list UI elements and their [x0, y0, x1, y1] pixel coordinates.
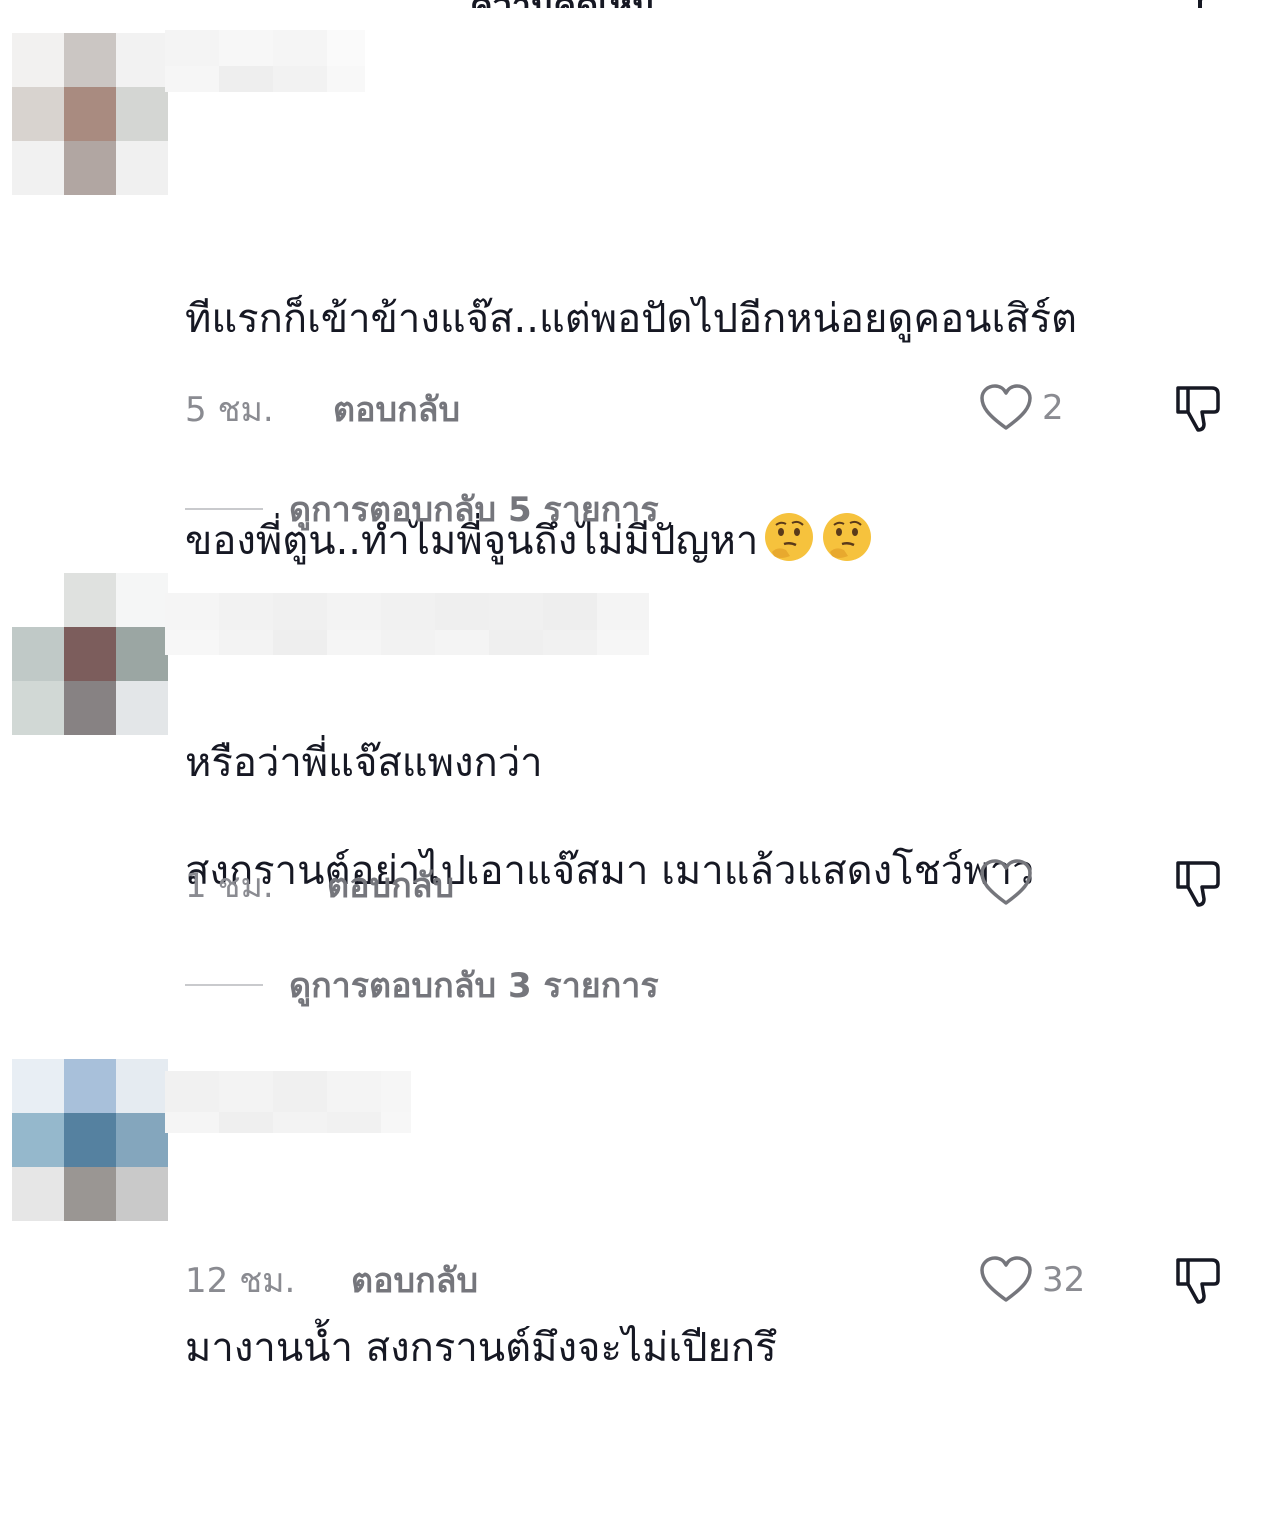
username-blurred[interactable]	[165, 1071, 415, 1133]
heart-icon	[980, 859, 1032, 905]
avatar[interactable]	[12, 1059, 168, 1221]
view-replies-button[interactable]: ดูการตอบกลับ 5 รายการ	[185, 484, 659, 534]
comment-meta: 12 ชม. ตอบกลับ	[185, 1255, 478, 1305]
dislike-button[interactable]	[1170, 380, 1226, 436]
avatar[interactable]	[12, 33, 168, 195]
close-icon[interactable]	[1180, 0, 1220, 10]
divider-line	[185, 984, 263, 986]
comment-time: 12 ชม.	[185, 1261, 296, 1301]
divider-line	[185, 508, 263, 510]
view-replies-label: ดูการตอบกลับ 3 รายการ	[289, 966, 659, 1006]
comment-time: 1 ชม.	[185, 866, 274, 906]
like-button[interactable]: 2	[978, 380, 1064, 436]
thumbs-down-icon	[1176, 386, 1220, 432]
thinking-face-icon	[820, 510, 874, 564]
dislike-button[interactable]	[1170, 1252, 1226, 1308]
username-blurred[interactable]	[165, 30, 365, 92]
like-button[interactable]: 32	[978, 1252, 1085, 1308]
reply-button[interactable]: ตอบกลับ	[351, 1253, 478, 1307]
like-button[interactable]	[978, 855, 1042, 911]
reply-button[interactable]: ตอบกลับ	[333, 382, 460, 436]
dislike-button[interactable]	[1170, 855, 1226, 911]
comment-meta: 1 ชม. ตอบกลับ	[185, 860, 454, 910]
reply-button[interactable]: ตอบกลับ	[327, 858, 454, 912]
view-replies-label: ดูการตอบกลับ 5 รายการ	[289, 490, 659, 530]
comment-time: 5 ชม.	[185, 390, 274, 430]
heart-icon	[980, 384, 1032, 430]
avatar[interactable]	[12, 573, 168, 735]
thumbs-down-icon	[1176, 1258, 1220, 1304]
thumbs-down-icon	[1176, 861, 1220, 907]
comment-text-line: ทีแรกก็เข้าข้างแจ๊ส..แต่พอปัดไปอีกหน่อยด…	[185, 296, 1078, 342]
comment-meta: 5 ชม. ตอบกลับ	[185, 384, 460, 434]
like-count: 32	[1042, 1260, 1086, 1300]
top-title: ความคิดเห็น	[470, 0, 810, 8]
heart-icon	[980, 1256, 1032, 1302]
username-blurred[interactable]	[165, 593, 665, 655]
comment-text-line: มางานน้ำ สงกรานต์มึงจะไม่เปียกรึ	[185, 1325, 777, 1371]
view-replies-button[interactable]: ดูการตอบกลับ 3 รายการ	[185, 960, 659, 1010]
comment-text: มางานน้ำ สงกรานต์มึงจะไม่เปียกรึ	[185, 1163, 1255, 1533]
like-count: 2	[1042, 388, 1064, 428]
thinking-face-icon	[762, 510, 816, 564]
